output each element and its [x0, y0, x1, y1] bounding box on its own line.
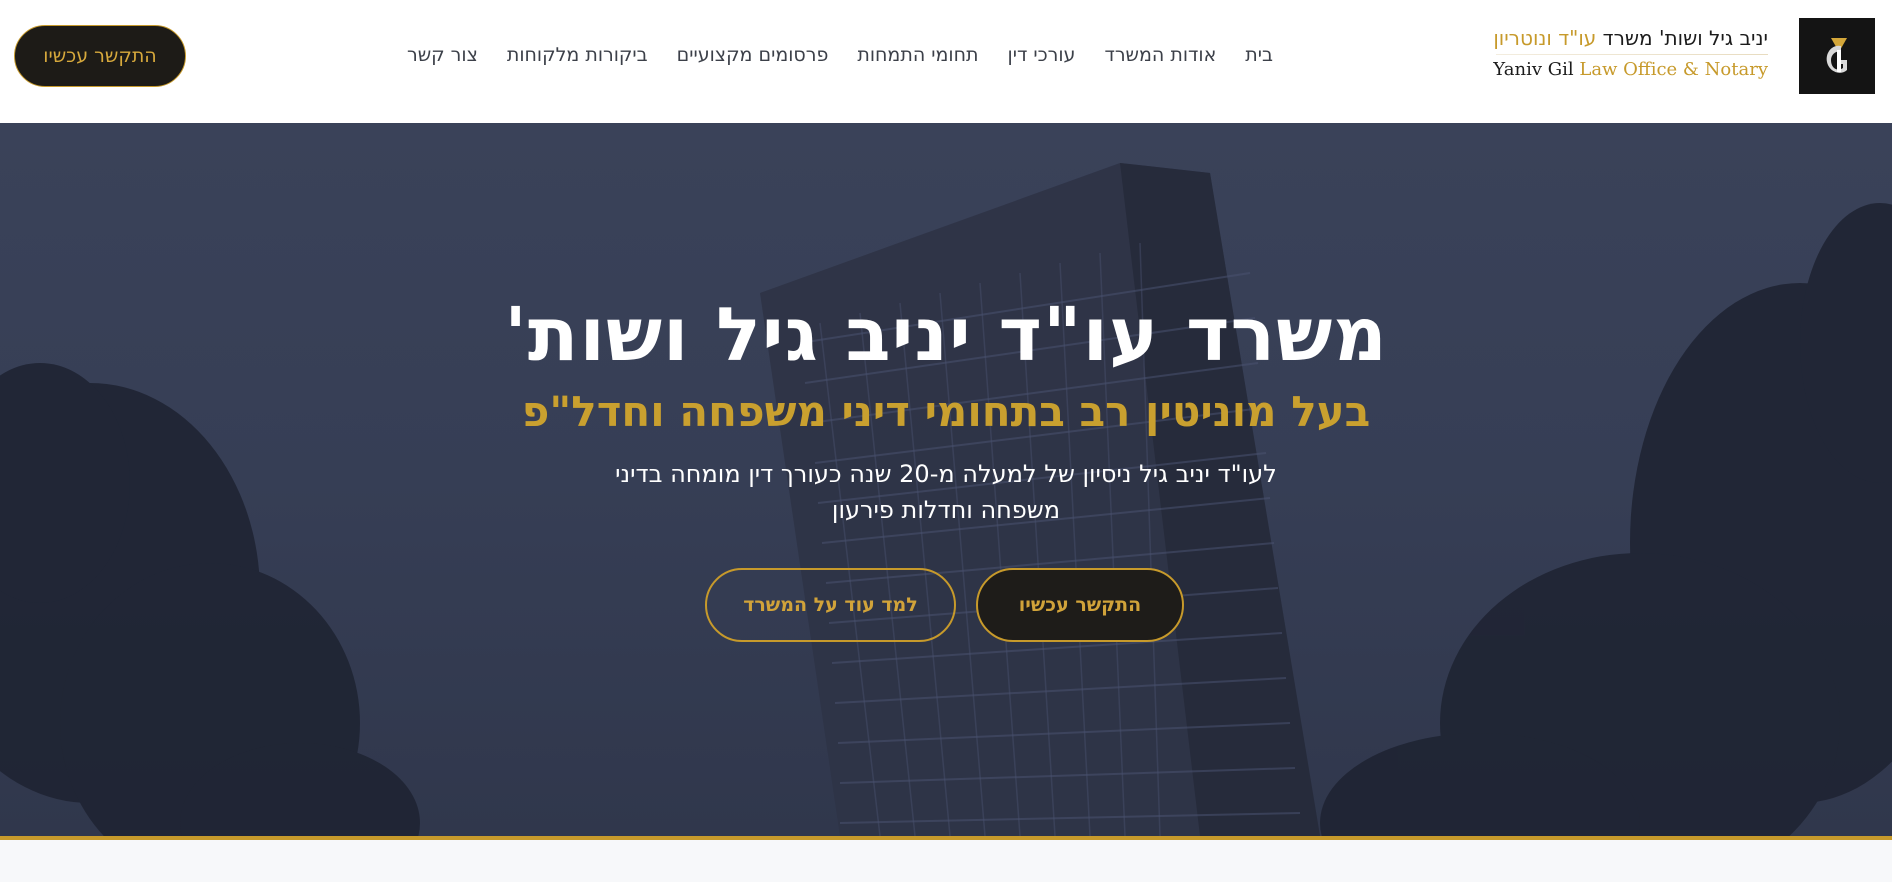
hero-title: משרד עו"ד יניב גיל ושות': [504, 292, 1388, 378]
next-section: [0, 840, 1892, 882]
nav-item-publications[interactable]: פרסומים מקצועיים: [677, 44, 829, 66]
brand-name[interactable]: יניב גיל ושות' משרד עו"ד ונוטריון Yaniv …: [1468, 24, 1768, 88]
brand-divider: [1496, 54, 1768, 55]
nav-item-reviews[interactable]: ביקורות מלקוחות: [507, 44, 648, 66]
brand-english-firm: Yaniv Gil: [1493, 59, 1574, 80]
learn-more-button[interactable]: למד עוד על המשרד: [705, 568, 956, 642]
nav-item-about[interactable]: אודות המשרד: [1104, 44, 1216, 66]
hero-subtitle: בעל מוניטין רב בתחומי דיני משפחה וחדל"פ: [521, 387, 1371, 436]
logo-mark: [1826, 38, 1847, 73]
yg-monogram-icon[interactable]: [1799, 18, 1875, 94]
header-call-now-button[interactable]: התקשר עכשיו: [14, 25, 186, 87]
brand-hebrew-title: עו"ד ונוטריון: [1493, 26, 1597, 50]
main-nav: בית אודות המשרד עורכי דין תחומי התמחות פ…: [380, 38, 1300, 72]
brand-english-name: Yaniv Gil Law Office & Notary: [1468, 57, 1768, 83]
nav-item-lawyers[interactable]: עורכי דין: [1008, 44, 1076, 66]
nav-item-home[interactable]: בית: [1245, 44, 1273, 66]
nav-item-practice-areas[interactable]: תחומי התמחות: [857, 44, 978, 66]
brand-hebrew-firm: יניב גיל ושות' משרד: [1602, 26, 1768, 50]
nav-item-contact[interactable]: צור קשר: [407, 44, 478, 66]
site-header: התקשר עכשיו בית אודות המשרד עורכי דין תח…: [0, 0, 1892, 123]
brand-hebrew-name: יניב גיל ושות' משרד עו"ד ונוטריון: [1468, 24, 1768, 52]
hero-description: לעו"ד יניב גיל ניסיון של למעלה מ-20 שנה …: [615, 460, 1277, 524]
brand-english-title: Law Office & Notary: [1579, 59, 1768, 80]
hero-call-now-button[interactable]: התקשר עכשיו: [976, 568, 1184, 642]
